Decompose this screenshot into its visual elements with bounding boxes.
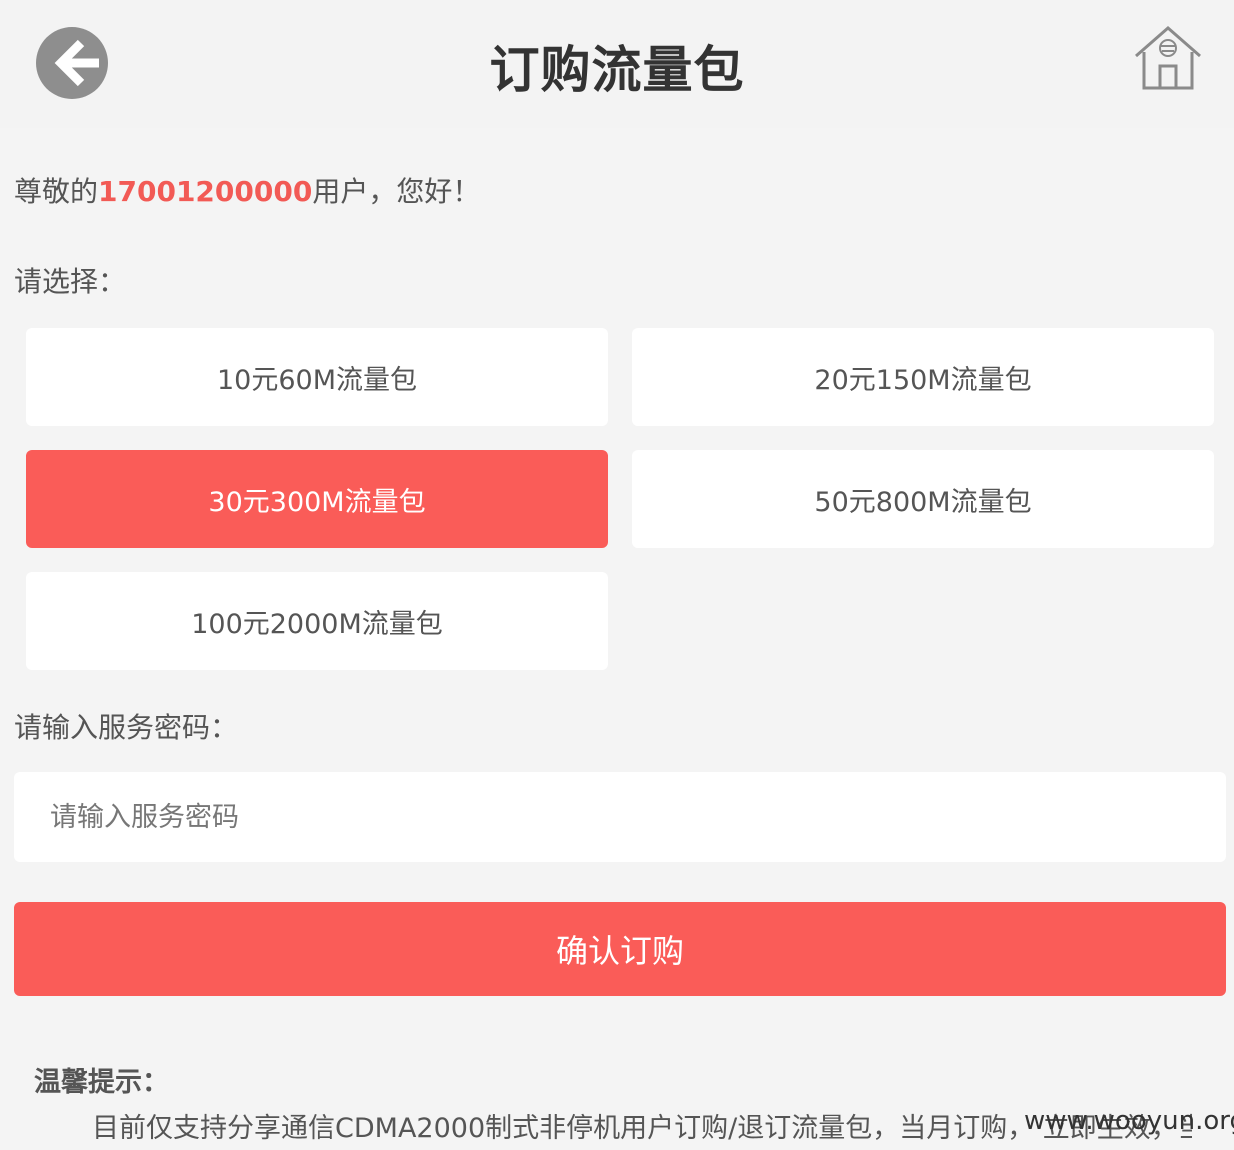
greeting-text: 尊敬的17001200000用户，您好！ — [14, 170, 480, 210]
package-option-10[interactable]: 10元60M流量包 — [26, 328, 608, 426]
package-label: 100元2000M流量包 — [191, 608, 443, 640]
header-bar: 订购流量包 — [0, 0, 1234, 128]
password-label: 请输入服务密码： — [14, 711, 239, 744]
greeting-prefix: 尊敬的 — [14, 175, 99, 208]
package-option-30[interactable]: 30元300M流量包 — [26, 450, 608, 548]
page-title: 订购流量包 — [489, 41, 745, 99]
package-label: 10元60M流量包 — [216, 364, 417, 396]
password-input[interactable] — [14, 772, 1226, 862]
phone-number: 17001200000 — [98, 175, 313, 208]
tips-title: 温馨提示： — [34, 1067, 169, 1098]
package-label: 20元150M流量包 — [814, 364, 1032, 396]
package-option-20[interactable]: 20元150M流量包 — [632, 328, 1214, 426]
home-button[interactable] — [1132, 24, 1204, 94]
package-option-50[interactable]: 50元800M流量包 — [632, 450, 1214, 548]
select-label: 请选择： — [14, 265, 127, 298]
watermark: www.wooyun.org — [1024, 1106, 1234, 1136]
greeting-suffix: 用户，您好！ — [312, 175, 481, 208]
package-label: 50元800M流量包 — [814, 486, 1032, 518]
confirm-order-button[interactable]: 确认订购 — [14, 902, 1226, 996]
package-option-100[interactable]: 100元2000M流量包 — [26, 572, 608, 670]
package-label: 30元300M流量包 — [208, 486, 426, 518]
home-icon — [1135, 26, 1201, 90]
